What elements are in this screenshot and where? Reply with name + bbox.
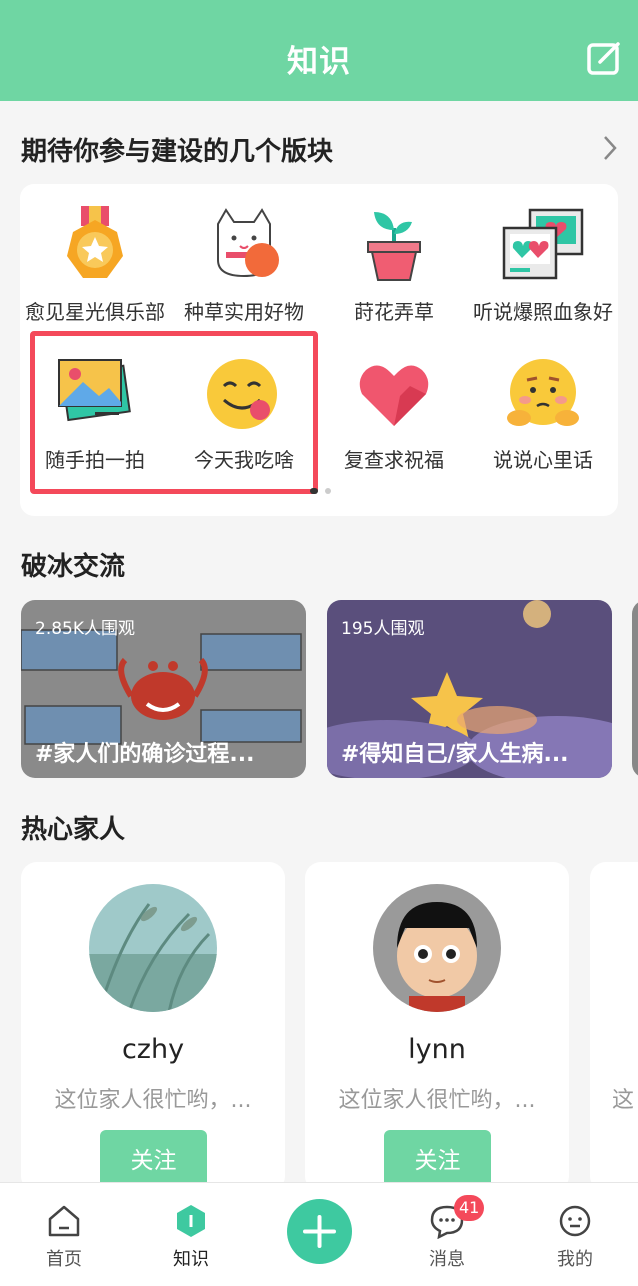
user-bio: 这 — [612, 1088, 635, 1113]
icebreak-card[interactable]: 195人围观 #得知自己/家人生病... — [327, 600, 612, 778]
tab-label: 消息 — [429, 1249, 465, 1270]
category-item[interactable]: 种草实用好物 — [169, 204, 319, 325]
family-card-peek[interactable]: 这 — [590, 862, 638, 1192]
topic-title: #得知自己/家人生病... — [341, 742, 569, 767]
chevron-right-icon[interactable] — [600, 134, 620, 162]
lucky-cat-icon — [217, 208, 279, 278]
create-post-button[interactable] — [287, 1199, 352, 1264]
category-label: 愈见星光俱乐部 — [25, 300, 165, 324]
tab-label: 首页 — [46, 1249, 82, 1270]
avatar[interactable] — [373, 884, 501, 1012]
category-item[interactable]: 莳花弄草 — [319, 204, 469, 325]
user-name: czhy — [121, 1034, 185, 1065]
tab-home[interactable]: 首页 — [0, 1183, 128, 1286]
user-bio: 这位家人很忙哟，... — [338, 1088, 536, 1113]
avatar[interactable] — [89, 884, 217, 1012]
family-title: 热心家人 — [21, 815, 126, 845]
tab-knowledge[interactable]: 知识 — [127, 1183, 255, 1286]
face-icon — [559, 1205, 591, 1237]
category-label: 种草实用好物 — [184, 300, 304, 324]
heart-icon — [359, 365, 429, 426]
tab-label: 我的 — [557, 1249, 593, 1270]
category-label: 复查求祝福 — [344, 448, 444, 472]
icebreak-card[interactable]: 2.85K人围观 #家人们的确诊过程... — [21, 600, 306, 778]
family-card[interactable]: czhy 这位家人很忙哟，... 关注 — [21, 862, 285, 1192]
icebreak-title: 破冰交流 — [21, 552, 126, 582]
family-card[interactable]: lynn 这位家人很忙哟，... 关注 — [305, 862, 569, 1192]
selection-highlight — [30, 331, 318, 494]
potted-plant-icon — [367, 212, 421, 281]
unread-badge: 41 — [454, 1195, 485, 1221]
tab-messages[interactable]: 消息 — [383, 1183, 511, 1286]
plus-icon — [303, 1215, 336, 1248]
tab-profile[interactable]: 我的 — [511, 1183, 638, 1286]
category-label: 听说爆照血象好 — [473, 300, 613, 324]
topic-title: #家人们的确诊过程... — [35, 742, 255, 767]
category-item[interactable]: 愈见星光俱乐部 — [20, 204, 170, 325]
user-name: lynn — [408, 1034, 466, 1065]
shy-face-icon — [507, 359, 579, 426]
viewer-count: 2.85K人围观 — [35, 619, 135, 639]
knowledge-icon — [177, 1205, 205, 1237]
icebreak-card-peek[interactable] — [632, 600, 638, 778]
tab-label: 知识 — [173, 1249, 209, 1270]
top-bar: 知识 — [0, 0, 638, 101]
viewer-count: 195人围观 — [341, 619, 425, 639]
photo-hearts-icon — [502, 208, 584, 280]
category-item[interactable]: 复查求祝福 — [319, 356, 469, 473]
categories-title: 期待你参与建设的几个版块 — [21, 137, 334, 167]
page-title: 知识 — [287, 44, 351, 80]
category-item[interactable]: 说说心里话 — [468, 356, 618, 473]
category-label: 说说心里话 — [493, 448, 593, 472]
medal-icon — [67, 206, 123, 278]
edit-icon[interactable] — [586, 40, 622, 76]
category-item[interactable]: 听说爆照血象好 — [468, 204, 618, 325]
user-bio: 这位家人很忙哟，... — [54, 1088, 252, 1113]
home-icon — [48, 1205, 80, 1237]
category-label: 莳花弄草 — [354, 300, 434, 324]
